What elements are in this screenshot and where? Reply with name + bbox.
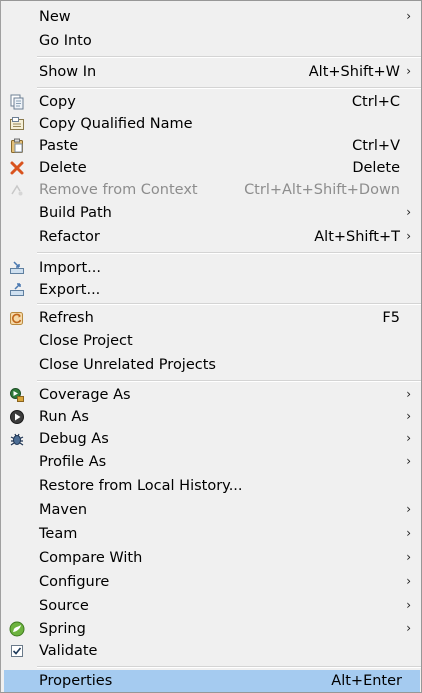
submenu-arrow-icon: › <box>406 431 411 445</box>
remove-from-context-icon <box>9 182 25 198</box>
menu-item-export[interactable]: Export... <box>1 279 421 301</box>
submenu-arrow-icon: › <box>406 409 411 423</box>
submenu-arrow-icon: › <box>406 454 411 468</box>
menu-item-refactor[interactable]: Refactor Alt+Shift+T › <box>1 226 421 248</box>
menu-item-label: Export... <box>39 282 101 298</box>
import-icon <box>9 260 25 276</box>
submenu-arrow-icon: › <box>406 574 411 588</box>
menu-item-label: Copy Qualified Name <box>39 116 193 132</box>
menu-item-validate[interactable]: Validate <box>1 640 421 662</box>
menu-item-label: Spring <box>39 621 86 637</box>
menu-item-label: Close Unrelated Projects <box>39 357 216 373</box>
menu-separator <box>37 252 421 254</box>
menu-item-label: Coverage As <box>39 387 131 403</box>
menu-item-label: Copy <box>39 94 76 110</box>
menu-item-label: Profile As <box>39 454 107 470</box>
menu-separator <box>37 56 421 58</box>
spring-icon <box>9 621 25 637</box>
submenu-arrow-icon: › <box>406 229 411 243</box>
menu-separator <box>37 303 421 305</box>
menu-item-shortcut: Ctrl+V <box>352 138 400 154</box>
paste-icon <box>9 138 25 154</box>
submenu-arrow-icon: › <box>406 550 411 564</box>
menu-item-coverage-as[interactable]: Coverage As › <box>1 384 421 406</box>
menu-item-label: Go Into <box>39 33 92 49</box>
menu-item-spring[interactable]: Spring › <box>1 618 421 640</box>
menu-item-run-as[interactable]: Run As › <box>1 406 421 428</box>
menu-item-go-into[interactable]: Go Into <box>1 30 421 52</box>
submenu-arrow-icon: › <box>406 64 411 78</box>
submenu-arrow-icon: › <box>406 205 411 219</box>
menu-item-label: Compare With <box>39 550 143 566</box>
refresh-icon <box>9 310 25 326</box>
menu-item-copy-qualified-name[interactable]: Copy Qualified Name <box>1 113 421 135</box>
menu-item-label: Configure <box>39 574 110 590</box>
menu-item-import[interactable]: Import... <box>1 257 421 279</box>
menu-item-show-in[interactable]: Show In Alt+Shift+W › <box>1 61 421 83</box>
delete-icon <box>9 160 25 176</box>
menu-item-paste[interactable]: Paste Ctrl+V <box>1 135 421 157</box>
coverage-icon <box>9 387 25 403</box>
context-menu: New › Go Into Show In Alt+Shift+W › Copy… <box>0 0 422 693</box>
submenu-arrow-icon: › <box>406 621 411 635</box>
menu-item-build-path[interactable]: Build Path › <box>1 202 421 224</box>
checkbox-icon <box>9 643 25 659</box>
menu-item-label: New <box>39 9 71 25</box>
menu-separator <box>37 666 421 668</box>
menu-item-shortcut: Alt+Shift+T <box>314 229 400 245</box>
menu-item-label: Team <box>39 526 78 542</box>
menu-item-label: Maven <box>39 502 88 518</box>
submenu-arrow-icon: › <box>406 598 411 612</box>
menu-item-label: Properties <box>39 673 113 689</box>
menu-item-shortcut: Delete <box>352 160 400 176</box>
menu-item-label: Refresh <box>39 310 94 326</box>
menu-item-label: Show In <box>39 64 97 80</box>
menu-item-refresh[interactable]: Refresh F5 <box>1 307 421 329</box>
menu-item-shortcut: Ctrl+Alt+Shift+Down <box>244 182 400 198</box>
menu-item-shortcut: Ctrl+C <box>351 94 400 110</box>
submenu-arrow-icon: › <box>406 526 411 540</box>
menu-item-configure[interactable]: Configure › <box>1 571 421 593</box>
menu-item-close-project[interactable]: Close Project <box>1 330 421 352</box>
menu-item-restore-local-history[interactable]: Restore from Local History... <box>1 475 421 497</box>
menu-item-source[interactable]: Source › <box>1 595 421 617</box>
export-icon <box>9 282 25 298</box>
menu-item-compare-with[interactable]: Compare With › <box>1 547 421 569</box>
submenu-arrow-icon: › <box>406 387 411 401</box>
menu-item-label: Refactor <box>39 229 100 245</box>
menu-item-properties[interactable]: Properties Alt+Enter <box>4 670 420 692</box>
menu-item-label: Debug As <box>39 431 109 447</box>
menu-item-label: Remove from Context <box>39 182 198 198</box>
menu-item-label: Build Path <box>39 205 112 221</box>
menu-item-new[interactable]: New › <box>1 6 421 28</box>
menu-item-team[interactable]: Team › <box>1 523 421 545</box>
menu-item-label: Restore from Local History... <box>39 478 243 494</box>
menu-separator <box>37 87 421 89</box>
menu-item-label: Delete <box>39 160 87 176</box>
menu-separator <box>37 380 421 382</box>
menu-item-close-unrelated-projects[interactable]: Close Unrelated Projects <box>1 354 421 376</box>
menu-item-label: Paste <box>39 138 79 154</box>
menu-item-shortcut: F5 <box>382 310 400 326</box>
menu-item-copy[interactable]: Copy Ctrl+C <box>1 91 421 113</box>
submenu-arrow-icon: › <box>406 9 411 23</box>
menu-item-label: Close Project <box>39 333 133 349</box>
menu-item-maven[interactable]: Maven › <box>1 499 421 521</box>
menu-item-profile-as[interactable]: Profile As › <box>1 451 421 473</box>
menu-item-remove-from-context[interactable]: Remove from Context Ctrl+Alt+Shift+Down <box>1 179 421 201</box>
menu-item-delete[interactable]: Delete Delete <box>1 157 421 179</box>
copy-icon <box>9 94 25 110</box>
menu-item-label: Source <box>39 598 89 614</box>
menu-item-debug-as[interactable]: Debug As › <box>1 428 421 450</box>
debug-icon <box>9 431 25 447</box>
menu-item-label: Import... <box>39 260 101 276</box>
menu-item-label: Run As <box>39 409 89 425</box>
menu-item-shortcut: Alt+Enter <box>331 673 402 689</box>
run-icon <box>9 409 25 425</box>
submenu-arrow-icon: › <box>406 502 411 516</box>
copy-qualified-name-icon <box>9 116 25 132</box>
menu-item-shortcut: Alt+Shift+W <box>308 64 400 80</box>
menu-item-label: Validate <box>39 643 98 659</box>
